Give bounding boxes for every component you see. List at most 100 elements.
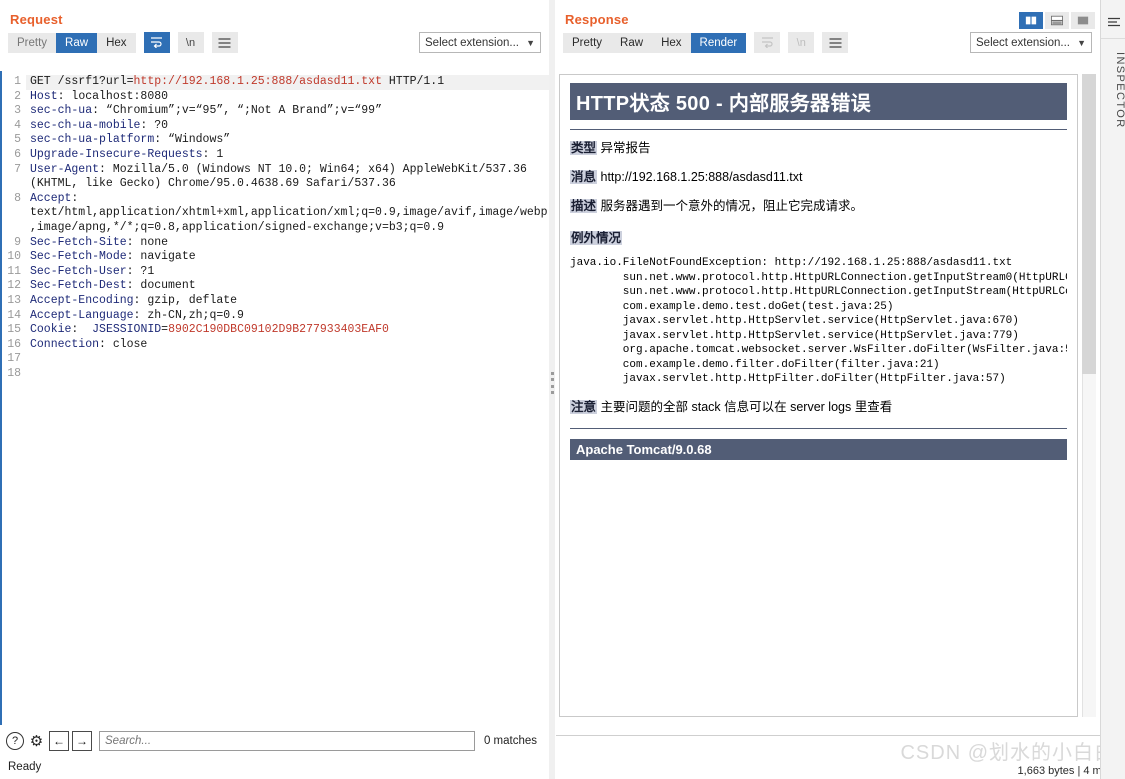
response-toolbar: Pretty Raw Hex Render \n Select extensio…	[555, 27, 1100, 58]
line-text: Host: localhost:8080	[30, 89, 169, 103]
line-text: Sec-Fetch-Site: none	[30, 235, 169, 249]
line-text: Connection: close	[30, 337, 148, 351]
request-line: 17	[0, 352, 549, 367]
line-text	[26, 352, 549, 367]
request-line: 7 User-Agent: Mozilla/5.0 (Windows NT 10.…	[0, 163, 549, 192]
request-line: 9 Sec-Fetch-Site: none	[0, 236, 549, 251]
line-text	[26, 367, 549, 382]
search-matches-count: 0 matches	[483, 735, 537, 747]
line-text: Sec-Fetch-User: ?1	[30, 264, 155, 278]
error-message-value: http://192.168.1.25:888/asdasd11.txt	[600, 170, 803, 184]
response-extension-select[interactable]: Select extension... ▼	[970, 32, 1092, 53]
line-number: 17	[7, 352, 21, 366]
layout-split-vertical-button[interactable]	[1019, 12, 1043, 29]
line-text: Accept: text/html,application/xhtml+xml,…	[30, 191, 548, 234]
error-type-row: 类型 异常报告	[570, 140, 1067, 156]
request-line: 3 sec-ch-ua: “Chromium”;v=“95”, “;Not A B…	[0, 104, 549, 119]
response-tab-render[interactable]: Render	[690, 32, 747, 53]
line-text: sec-ch-ua: “Chromium”;v=“95”, “;Not A Br…	[30, 104, 382, 118]
request-line: 12 Sec-Fetch-Dest: document	[0, 279, 549, 294]
exception-section-label: 例外情况	[570, 227, 1067, 246]
help-icon[interactable]: ?	[6, 732, 24, 750]
line-number: 7	[14, 162, 21, 176]
request-tab-raw[interactable]: Raw	[56, 32, 98, 53]
error-status-title: HTTP状态 500 - 内部服务器错误	[570, 83, 1067, 120]
request-line: 11 Sec-Fetch-User: ?1	[0, 265, 549, 280]
error-description-row: 描述 服务器遇到一个意外的情况，阻止它完成请求。	[570, 198, 1067, 214]
line-number: 5	[14, 133, 21, 147]
error-description-value: 服务器遇到一个意外的情况，阻止它完成请求。	[600, 199, 864, 213]
line-number: 8	[14, 191, 21, 205]
line-text: Sec-Fetch-Dest: document	[30, 279, 196, 293]
request-tab-pretty[interactable]: Pretty	[8, 32, 57, 53]
request-line: 8 Accept: text/html,application/xhtml+xml…	[0, 192, 549, 236]
error-type-label: 类型	[570, 141, 598, 155]
line-text: User-Agent: Mozilla/5.0 (Windows NT 10.0…	[30, 162, 534, 191]
request-menu-icon[interactable]	[211, 32, 238, 53]
request-raw-text[interactable]: 1 GET /ssrf1?url=http://192.168.1.25:888/…	[0, 71, 549, 381]
request-editor[interactable]: 1 GET /ssrf1?url=http://192.168.1.25:888/…	[0, 70, 549, 725]
request-line: 6 Upgrade-Insecure-Requests: 1	[0, 148, 549, 163]
search-prev-button[interactable]: ←	[49, 731, 69, 751]
request-search-bar: ? ⚙ ← → 0 matches	[0, 725, 549, 757]
tomcat-error-page: HTTP状态 500 - 内部服务器错误 类型 异常报告 消息 http://1…	[560, 75, 1077, 460]
response-render-view[interactable]: HTTP状态 500 - 内部服务器错误 类型 异常报告 消息 http://1…	[559, 74, 1078, 717]
request-panel: Request Pretty Raw Hex \n Select extensi…	[0, 0, 549, 779]
search-input[interactable]	[99, 731, 475, 751]
response-tab-raw[interactable]: Raw	[611, 32, 653, 53]
gear-icon[interactable]: ⚙	[27, 732, 46, 751]
error-message-label: 消息	[570, 170, 598, 184]
splitter-grip	[550, 372, 554, 394]
response-panel: Response Pretty Raw Hex Render \n Select…	[555, 0, 1100, 779]
response-tab-hex[interactable]: Hex	[652, 32, 691, 53]
line-text: GET /ssrf1?url=http://192.168.1.25:888/a…	[26, 75, 549, 90]
request-tab-hex[interactable]: Hex	[97, 32, 136, 53]
request-newline-icon[interactable]: \n	[177, 32, 204, 53]
request-line: 5 sec-ch-ua-platform: “Windows”	[0, 133, 549, 148]
layout-split-horizontal-button[interactable]	[1045, 12, 1069, 29]
request-line: 14 Accept-Language: zh-CN,zh;q=0.9	[0, 309, 549, 324]
line-text: Cookie: JSESSIONID=8902C190DBC09102D9B27…	[30, 323, 389, 337]
request-extension-select[interactable]: Select extension... ▼	[419, 32, 541, 53]
line-number: 15	[7, 323, 21, 337]
chevron-down-icon: ▼	[1077, 37, 1086, 48]
inspector-rail: INSPECTOR	[1100, 0, 1125, 779]
request-line: 1 GET /ssrf1?url=http://192.168.1.25:888/…	[0, 75, 549, 90]
tomcat-version-bar: Apache Tomcat/9.0.68	[570, 438, 1067, 460]
line-number: 11	[7, 264, 21, 278]
line-number: 2	[14, 89, 21, 103]
response-view-tabs: Pretty Raw Hex Render	[563, 32, 747, 53]
divider	[570, 129, 1067, 130]
request-extension-value: Select extension...	[425, 36, 519, 49]
exception-stacktrace: java.io.FileNotFoundException: http://19…	[570, 257, 1067, 385]
line-text: sec-ch-ua-platform: “Windows”	[30, 133, 231, 147]
inspector-toggle-icon[interactable]	[1105, 14, 1122, 31]
burp-suite-window: Request Pretty Raw Hex \n Select extensi…	[0, 0, 1125, 779]
divider	[1101, 38, 1125, 39]
response-word-wrap-icon	[754, 32, 781, 53]
request-word-wrap-icon[interactable]	[143, 32, 170, 53]
request-editor-accent	[0, 71, 2, 725]
request-line: 4 sec-ch-ua-mobile: ?0	[0, 119, 549, 134]
chevron-down-icon: ▼	[526, 37, 535, 48]
divider	[570, 427, 1067, 429]
line-number: 3	[14, 104, 21, 118]
request-view-tabs: Pretty Raw Hex	[8, 32, 136, 53]
response-scrollbar-thumb[interactable]	[1082, 74, 1096, 374]
line-number: 13	[7, 293, 21, 307]
response-tab-pretty[interactable]: Pretty	[563, 32, 612, 53]
layout-toggle-group	[1019, 12, 1095, 29]
line-text: Accept-Encoding: gzip, deflate	[30, 293, 238, 307]
request-line: 10 Sec-Fetch-Mode: navigate	[0, 250, 549, 265]
request-line: 15 Cookie: JSESSIONID=8902C190DBC09102D9B…	[0, 323, 549, 338]
response-menu-icon[interactable]	[822, 32, 849, 53]
request-line: 18	[0, 367, 549, 382]
request-line: 2 Host: localhost:8080	[0, 90, 549, 105]
request-panel-title: Request	[10, 12, 63, 27]
search-next-button[interactable]: →	[72, 731, 92, 751]
request-line: 16 Connection: close	[0, 338, 549, 353]
inspector-label[interactable]: INSPECTOR	[1101, 52, 1125, 129]
layout-single-button[interactable]	[1071, 12, 1095, 29]
error-note-value: 主要问题的全部 stack 信息可以在 server logs 里查看	[600, 399, 893, 414]
line-number: 14	[7, 308, 21, 322]
